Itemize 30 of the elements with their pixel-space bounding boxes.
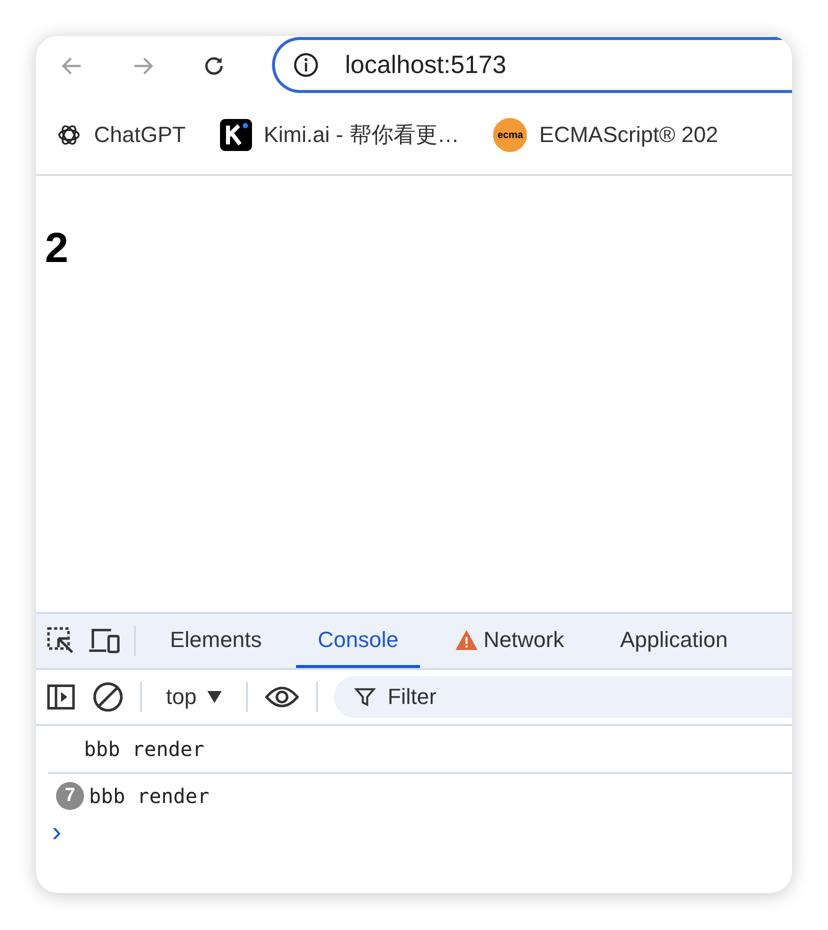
context-dropdown[interactable]: top [158, 684, 230, 710]
bookmark-item[interactable]: Kimi.ai - 帮你看更… [220, 119, 460, 151]
filter-icon [354, 686, 376, 708]
devtools-tab[interactable]: Network [432, 614, 586, 668]
k-logo-icon [220, 119, 252, 151]
page-heading: 2 [45, 224, 70, 272]
console-message: bbb render [89, 784, 210, 808]
bookmark-item[interactable]: ecma ECMAScript® 202 [493, 118, 718, 152]
device-icon[interactable] [88, 626, 122, 656]
devtools-tab[interactable]: Elements [148, 614, 284, 668]
repeat-count-badge: 7 [56, 782, 84, 810]
console-message: bbb render [84, 737, 204, 761]
address-field[interactable]: localhost:5173 [272, 37, 792, 93]
bookmark-label: ECMAScript® 202 [539, 122, 718, 148]
eye-icon[interactable] [264, 684, 300, 710]
sidebar-toggle-icon[interactable] [46, 682, 76, 712]
filter-field[interactable]: Filter [334, 676, 792, 718]
caret-icon [206, 691, 222, 703]
inspect-icon[interactable] [46, 626, 76, 656]
bookmark-item[interactable]: ChatGPT [56, 122, 186, 148]
logo-badge: ecma [493, 118, 528, 152]
bookmark-label: ChatGPT [94, 122, 186, 148]
url-text: localhost:5173 [345, 50, 506, 80]
clear-icon[interactable] [92, 681, 124, 713]
devtools-tab[interactable]: Console [296, 614, 420, 668]
info-icon[interactable] [293, 52, 319, 78]
devtools-tab[interactable]: Application [598, 614, 750, 668]
bookmark-label: Kimi.ai - 帮你看更… [264, 121, 460, 149]
warning-icon [454, 628, 480, 650]
console-prompt[interactable]: › [36, 818, 62, 846]
